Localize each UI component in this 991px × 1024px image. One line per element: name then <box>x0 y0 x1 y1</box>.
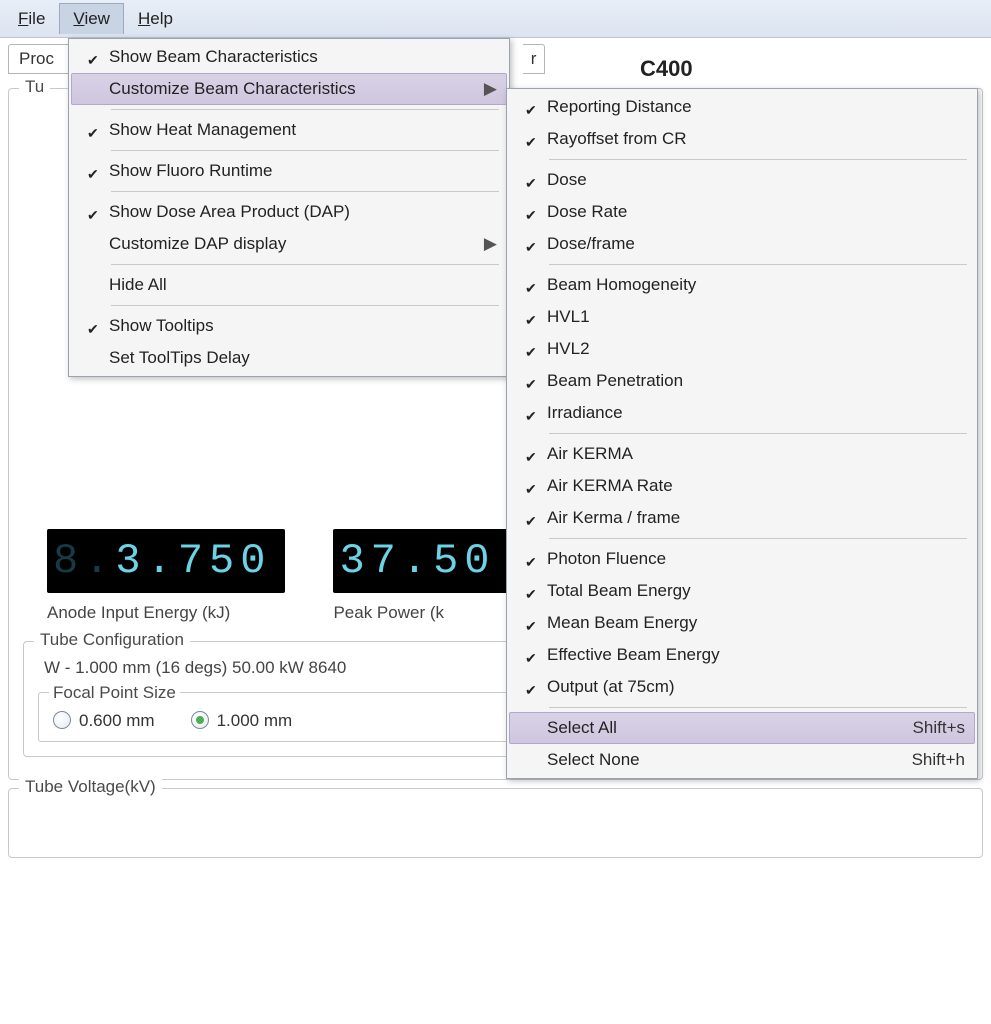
sub-dose-rate[interactable]: Dose Rate <box>509 196 975 228</box>
sub-reporting-distance[interactable]: Reporting Distance <box>509 91 975 123</box>
sub-dose[interactable]: Dose <box>509 164 975 196</box>
check-icon <box>525 173 539 187</box>
menu-hide-all[interactable]: Hide All <box>71 269 507 301</box>
check-icon <box>525 278 539 292</box>
sub-beam-homogeneity[interactable]: Beam Homogeneity <box>509 269 975 301</box>
beam-submenu: Reporting Distance Rayoffset from CR Dos… <box>506 88 978 779</box>
sub-select-all[interactable]: Select All Shift+s <box>509 712 975 744</box>
check-icon <box>525 447 539 461</box>
check-icon <box>525 721 539 735</box>
check-icon <box>525 374 539 388</box>
check-icon <box>87 278 101 292</box>
chevron-right-icon: ▶ <box>484 79 497 99</box>
sub-hvl2[interactable]: HVL2 <box>509 333 975 365</box>
check-icon <box>525 237 539 251</box>
check-icon <box>525 648 539 662</box>
sub-beam-penetration[interactable]: Beam Penetration <box>509 365 975 397</box>
shortcut: Shift+s <box>913 718 965 738</box>
menu-show-beam[interactable]: Show Beam Characteristics <box>71 41 507 73</box>
menu-show-tooltips[interactable]: Show Tooltips <box>71 310 507 342</box>
check-icon <box>87 205 101 219</box>
sub-select-none[interactable]: Select None Shift+h <box>509 744 975 776</box>
label-anode-energy: Anode Input Energy (kJ) <box>47 603 285 623</box>
sub-air-kerma-rate[interactable]: Air KERMA Rate <box>509 470 975 502</box>
separator <box>549 538 967 539</box>
menu-show-heat[interactable]: Show Heat Management <box>71 114 507 146</box>
radio-fp-0600[interactable]: 0.600 mm <box>53 711 155 731</box>
check-icon <box>525 584 539 598</box>
check-icon <box>87 82 101 96</box>
shortcut: Shift+h <box>912 750 965 770</box>
sub-rayoffset[interactable]: Rayoffset from CR <box>509 123 975 155</box>
chevron-right-icon: ▶ <box>484 234 497 254</box>
check-icon <box>525 406 539 420</box>
tube-voltage-legend: Tube Voltage(kV) <box>19 777 162 797</box>
separator <box>549 707 967 708</box>
separator <box>111 264 499 265</box>
sub-effective-beam-energy[interactable]: Effective Beam Energy <box>509 639 975 671</box>
tube-voltage-group: Tube Voltage(kV) <box>8 788 983 858</box>
tab-right-partial[interactable]: r <box>523 44 546 74</box>
sub-air-kerma[interactable]: Air KERMA <box>509 438 975 470</box>
sub-irradiance[interactable]: Irradiance <box>509 397 975 429</box>
separator <box>111 150 499 151</box>
menu-customize-dap[interactable]: Customize DAP display ▶ <box>71 228 507 260</box>
lcd-anode-energy: 8.3.750 <box>47 529 285 593</box>
view-dropdown: Show Beam Characteristics Customize Beam… <box>68 38 510 377</box>
check-icon <box>87 237 101 251</box>
radio-fp-1000[interactable]: 1.000 mm <box>191 711 293 731</box>
sub-total-beam-energy[interactable]: Total Beam Energy <box>509 575 975 607</box>
menu-file[interactable]: File <box>4 3 59 35</box>
check-icon <box>87 123 101 137</box>
separator <box>549 264 967 265</box>
sub-air-kerma-frame[interactable]: Air Kerma / frame <box>509 502 975 534</box>
check-icon <box>525 552 539 566</box>
tube-group-legend: Tu <box>19 77 50 97</box>
check-icon <box>525 310 539 324</box>
separator <box>111 305 499 306</box>
menu-show-fluoro[interactable]: Show Fluoro Runtime <box>71 155 507 187</box>
lcd-peak-power: 37.50 <box>333 529 509 593</box>
label-peak-power: Peak Power (k <box>333 603 509 623</box>
sub-mean-beam-energy[interactable]: Mean Beam Energy <box>509 607 975 639</box>
check-icon <box>525 100 539 114</box>
header-partial: C400 <box>640 56 693 82</box>
check-icon <box>87 50 101 64</box>
separator <box>549 159 967 160</box>
sub-photon-fluence[interactable]: Photon Fluence <box>509 543 975 575</box>
menubar: File View Help <box>0 0 991 38</box>
check-icon <box>87 319 101 333</box>
menu-set-tooltip-delay[interactable]: Set ToolTips Delay <box>71 342 507 374</box>
check-icon <box>87 351 101 365</box>
sub-output-75[interactable]: Output (at 75cm) <box>509 671 975 703</box>
menu-customize-beam[interactable]: Customize Beam Characteristics ▶ <box>71 73 507 105</box>
separator <box>111 191 499 192</box>
separator <box>549 433 967 434</box>
check-icon <box>525 753 539 767</box>
check-icon <box>525 132 539 146</box>
check-icon <box>525 205 539 219</box>
tab-left-partial[interactable]: Proc <box>8 44 73 74</box>
gauge-anode-energy: 8.3.750 Anode Input Energy (kJ) <box>47 529 285 623</box>
menu-help[interactable]: Help <box>124 3 187 35</box>
sub-dose-frame[interactable]: Dose/frame <box>509 228 975 260</box>
check-icon <box>525 616 539 630</box>
check-icon <box>525 479 539 493</box>
check-icon <box>87 164 101 178</box>
separator <box>111 109 499 110</box>
check-icon <box>525 511 539 525</box>
menu-view[interactable]: View <box>59 3 124 34</box>
menu-show-dap[interactable]: Show Dose Area Product (DAP) <box>71 196 507 228</box>
check-icon <box>525 680 539 694</box>
tube-config-legend: Tube Configuration <box>34 630 190 650</box>
check-icon <box>525 342 539 356</box>
focal-point-legend: Focal Point Size <box>49 683 180 703</box>
gauge-peak-power: 37.50 Peak Power (k <box>333 529 509 623</box>
sub-hvl1[interactable]: HVL1 <box>509 301 975 333</box>
